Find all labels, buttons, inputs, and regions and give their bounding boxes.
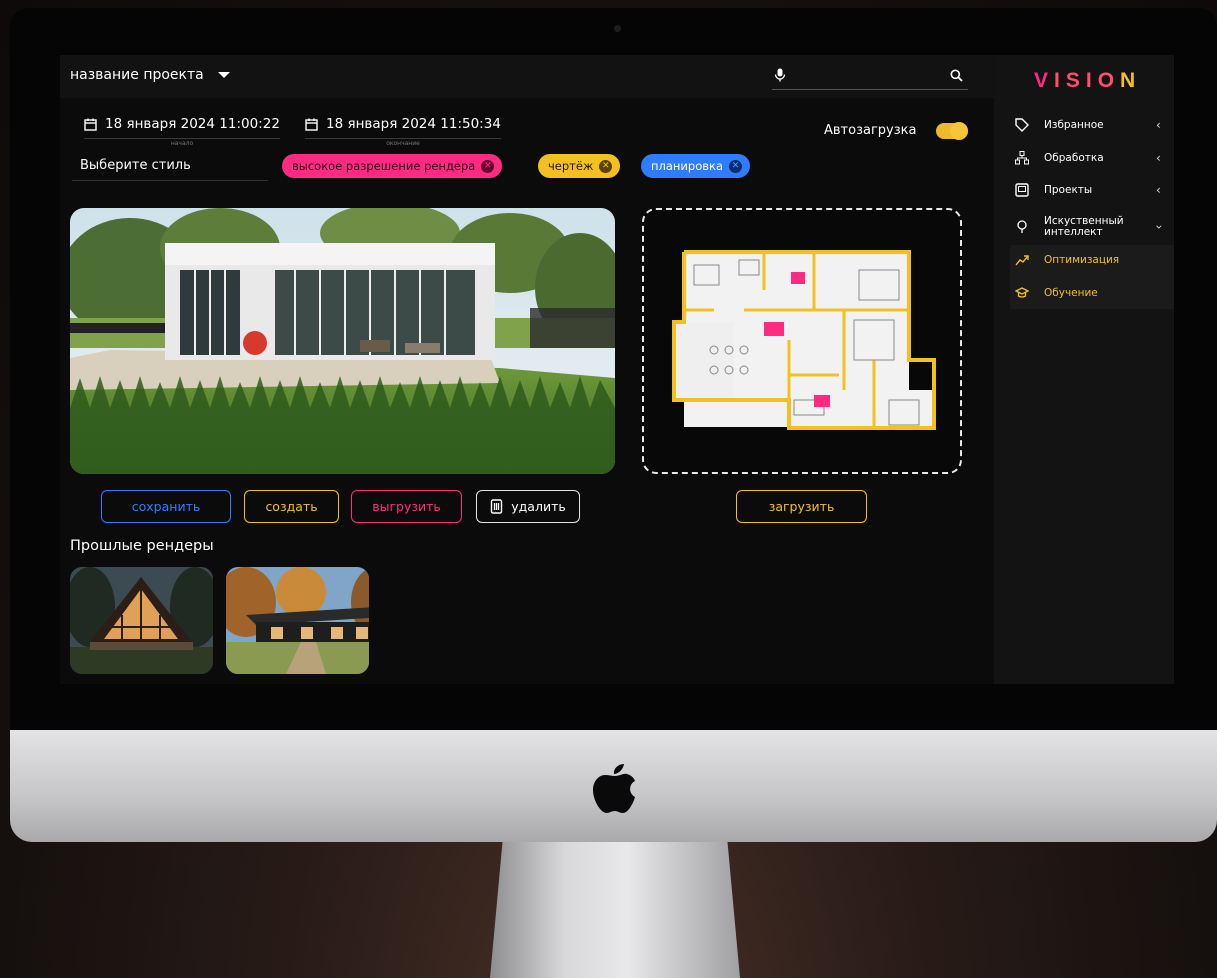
floor-plan-image xyxy=(672,250,936,430)
sidebar-item-ai[interactable]: Искуственный интеллект ‹ xyxy=(994,215,1174,239)
end-date[interactable]: 18 января 2024 11:50:34 xyxy=(305,116,501,132)
end-date-caption: окончание xyxy=(386,140,420,147)
past-render-thumbnail[interactable] xyxy=(226,567,369,674)
autoload-toggle[interactable] xyxy=(936,122,968,140)
export-button[interactable]: выгрузить xyxy=(351,490,462,523)
trash-icon xyxy=(491,499,503,514)
sidebar-item-label: Обучение xyxy=(1044,286,1098,299)
monitor-stand xyxy=(490,842,740,978)
monitor-icon xyxy=(1014,182,1030,198)
chevron-down-icon: ‹ xyxy=(1151,224,1166,230)
save-button[interactable]: сохранить xyxy=(101,490,231,523)
start-date-underline xyxy=(84,138,280,139)
sidebar-item-favorites[interactable]: Избранное ‹ xyxy=(994,117,1174,133)
hierarchy-icon xyxy=(1014,150,1030,166)
sidebar-item-label: Обработка xyxy=(1044,151,1104,164)
calendar-icon xyxy=(84,118,97,131)
sidebar-item-label: Искуственный интеллект xyxy=(1044,215,1124,238)
tag-label: чертёж xyxy=(548,159,594,173)
start-date-caption: начало xyxy=(170,140,194,147)
sidebar-item-label: Проекты xyxy=(1044,183,1093,196)
app-logo: VISION xyxy=(1034,69,1141,93)
lightbulb-icon xyxy=(1014,219,1030,235)
start-date-value: 18 января 2024 11:00:22 xyxy=(105,116,280,132)
chevron-left-icon: ‹ xyxy=(1156,151,1161,165)
sidebar-item-optimization[interactable]: Оптимизация xyxy=(994,253,1174,267)
logo-letter: N xyxy=(1120,69,1142,92)
project-name: название проекта xyxy=(70,67,204,83)
past-renders-title: Прошлые рендеры xyxy=(70,538,214,554)
tag-label: планировка xyxy=(651,159,724,173)
end-date-value: 18 января 2024 11:50:34 xyxy=(326,116,501,132)
past-render-thumbnail[interactable] xyxy=(70,567,213,674)
search-icon[interactable] xyxy=(950,67,963,86)
start-date[interactable]: 18 января 2024 11:00:22 xyxy=(84,116,280,132)
chevron-down-icon xyxy=(217,72,230,78)
autoload-label: Автозагрузка xyxy=(824,123,917,138)
search-input[interactable] xyxy=(772,89,968,90)
delete-button[interactable]: удалить xyxy=(476,490,580,523)
tag-label: высокое разрешение рендера xyxy=(292,159,476,173)
sidebar-item-label: Оптимизация xyxy=(1044,253,1120,266)
upload-drop-zone[interactable] xyxy=(642,208,962,474)
main-content: 18 января 2024 11:00:22 начало 18 января… xyxy=(60,98,994,684)
render-preview-image xyxy=(70,208,615,474)
apple-logo-icon xyxy=(593,764,635,813)
create-button[interactable]: создать xyxy=(244,490,339,523)
logo-letter: V xyxy=(1034,69,1055,92)
delete-label: удалить xyxy=(511,499,566,514)
tag-icon xyxy=(1014,117,1030,133)
end-date-underline xyxy=(305,138,501,139)
close-icon[interactable]: ✕ xyxy=(599,159,613,173)
tag-chip[interactable]: чертёж ✕ xyxy=(538,154,621,178)
project-select[interactable]: название проекта xyxy=(70,67,230,83)
sidebar-item-training[interactable]: Обучение xyxy=(994,286,1174,300)
graduation-cap-icon xyxy=(1014,285,1030,301)
sidebar-item-label: Избранное xyxy=(1044,118,1104,131)
upload-button[interactable]: загрузить xyxy=(736,490,867,523)
tag-chip[interactable]: планировка ✕ xyxy=(641,154,751,178)
style-select[interactable]: Выберите стиль xyxy=(72,158,268,181)
tag-chip[interactable]: высокое разрешение рендера ✕ xyxy=(282,154,503,178)
trend-up-icon xyxy=(1014,252,1030,268)
chevron-left-icon: ‹ xyxy=(1156,183,1161,197)
sidebar-item-processing[interactable]: Обработка ‹ xyxy=(994,150,1174,166)
close-icon[interactable]: ✕ xyxy=(729,159,743,173)
sidebar-item-projects[interactable]: Проекты ‹ xyxy=(994,182,1174,198)
app-screen: название проекта 18 января 2024 11:00:22… xyxy=(60,55,1174,684)
calendar-icon xyxy=(305,118,318,131)
microphone-icon[interactable] xyxy=(774,67,786,86)
logo-letters: ISIO xyxy=(1054,69,1121,92)
close-icon[interactable]: ✕ xyxy=(481,159,495,173)
top-bar: название проекта xyxy=(60,55,994,98)
sidebar: VISION Избранное ‹ Обработка ‹ Проекты ‹… xyxy=(994,55,1174,684)
camera-dot xyxy=(614,25,621,32)
chevron-left-icon: ‹ xyxy=(1156,118,1161,132)
